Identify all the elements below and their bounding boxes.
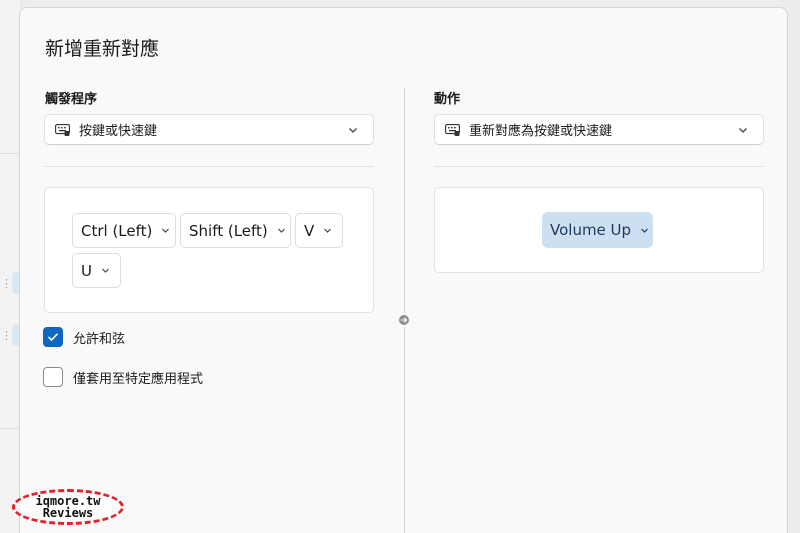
- target-key-chip[interactable]: Volume Up: [542, 212, 653, 248]
- chevron-down-icon: [324, 228, 332, 233]
- specific-apps-row[interactable]: 僅套用至特定應用程式: [43, 367, 203, 387]
- keyboard-icon: [55, 123, 70, 136]
- target-key-label: Volume Up: [550, 221, 632, 239]
- specific-apps-label: 僅套用至特定應用程式: [73, 371, 204, 387]
- watermark-logo: iqmore.tw Reviews: [12, 489, 124, 525]
- key-chip-label: V: [304, 221, 315, 240]
- arrow-right-icon: [397, 313, 411, 327]
- key-chip-u[interactable]: U: [72, 253, 121, 288]
- remap-dialog: 新增重新對應 觸發程序 按鍵或快速鍵 Ctrl (Left) Shift (Le…: [19, 7, 788, 533]
- chevron-down-icon: [162, 228, 170, 233]
- action-type-value: 重新對應為按鍵或快速鍵: [469, 124, 613, 139]
- key-chip-label: Ctrl (Left): [81, 221, 153, 240]
- chevron-down-icon: [349, 127, 357, 133]
- trigger-type-value: 按鍵或快速鍵: [79, 124, 158, 139]
- key-chip-v[interactable]: V: [295, 213, 343, 248]
- key-chip-shift-left[interactable]: Shift (Left): [180, 213, 291, 248]
- trigger-separator: [44, 166, 374, 167]
- action-keys-card: Volume Up: [434, 187, 764, 273]
- watermark-line2: Reviews: [42, 506, 94, 520]
- column-divider: [404, 88, 405, 533]
- key-chip-ctrl-left[interactable]: Ctrl (Left): [72, 213, 176, 248]
- checkmark-icon: [47, 333, 59, 342]
- key-chip-label: Shift (Left): [189, 221, 268, 240]
- action-separator: [434, 166, 764, 167]
- allow-chords-row[interactable]: 允許和弦: [43, 327, 125, 347]
- action-label: 動作: [434, 92, 461, 107]
- trigger-label: 觸發程序: [45, 92, 98, 107]
- trigger-keys-card: Ctrl (Left) Shift (Left) V U: [44, 187, 374, 313]
- background-glyph: ⋮: [1, 277, 12, 290]
- allow-chords-label: 允許和弦: [73, 331, 126, 347]
- chevron-down-icon: [277, 228, 285, 233]
- chevron-down-icon: [739, 127, 747, 133]
- background-glyph: ⋮: [1, 329, 12, 342]
- action-type-combo[interactable]: 重新對應為按鍵或快速鍵: [434, 114, 764, 145]
- background-app: ⋮ ⋮: [0, 0, 22, 533]
- trigger-type-combo[interactable]: 按鍵或快速鍵: [44, 114, 374, 145]
- chevron-down-icon: [102, 268, 109, 273]
- key-chip-label: U: [81, 261, 92, 280]
- keyboard-icon: [445, 123, 460, 136]
- background-divider: [0, 153, 20, 154]
- dialog-title: 新增重新對應: [45, 38, 160, 60]
- specific-apps-checkbox[interactable]: [43, 367, 63, 387]
- background-divider: [0, 428, 20, 429]
- allow-chords-checkbox[interactable]: [43, 327, 63, 347]
- chevron-down-icon: [641, 228, 648, 233]
